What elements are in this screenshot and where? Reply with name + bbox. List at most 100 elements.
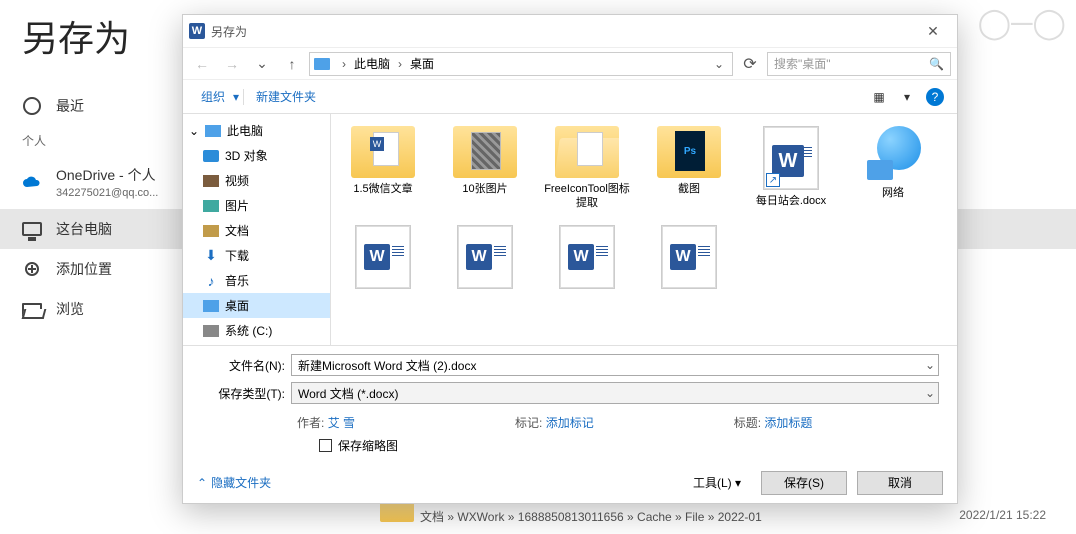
tree-item-drv[interactable]: 系统 (C:) — [183, 318, 330, 343]
chevron-right-icon: › — [394, 57, 406, 71]
hide-folders-link[interactable]: ⌃ 隐藏文件夹 — [197, 474, 271, 491]
file-item[interactable]: 1.5微信文章 — [335, 122, 431, 215]
monitor-icon — [22, 219, 42, 239]
cloud-icon — [22, 172, 42, 192]
author-label: 作者: — [297, 416, 324, 430]
tree-item-desk[interactable]: 桌面 — [183, 293, 330, 318]
tree-label: 文档 — [225, 222, 249, 239]
shortcut-icon: ↗ — [766, 173, 780, 187]
bs-sublabel: 342275021@qq.co... — [56, 187, 158, 199]
decorative-circuit: ◯─◯ — [978, 6, 1066, 41]
chevron-up-icon: ⌃ — [197, 476, 207, 490]
file-item[interactable]: FreeIconTool图标提取 — [539, 122, 635, 215]
clock-icon — [22, 96, 42, 116]
bs-label: 添加位置 — [56, 259, 112, 279]
file-name-label: 1.5微信文章 — [353, 182, 412, 196]
search-placeholder: 搜索"桌面" — [774, 55, 831, 72]
back-button[interactable]: ← — [189, 51, 215, 77]
tools-dropdown[interactable]: 工具(L) ▾ — [683, 470, 751, 495]
filename-input[interactable]: 新建Microsoft Word 文档 (2).docx ⌄ — [291, 354, 939, 376]
file-item[interactable] — [437, 221, 533, 297]
help-button[interactable]: ? — [923, 85, 947, 109]
organize-button[interactable]: 组织 — [193, 84, 233, 109]
tree-label: 图片 — [225, 197, 249, 214]
bg-file-timestamp: 2022/1/21 15:22 — [959, 508, 1046, 522]
help-icon: ? — [926, 88, 944, 106]
tags-label: 标记: — [515, 416, 542, 430]
expand-icon[interactable]: ⌄ — [189, 124, 199, 138]
music-icon: ♪ — [203, 273, 219, 289]
save-button[interactable]: 保存(S) — [761, 471, 847, 495]
file-view[interactable]: 1.5微信文章 10张图片 FreeIconTool图标提取 Ps截图↗每日站会.do… — [331, 114, 957, 345]
file-name-label: 截图 — [678, 182, 700, 196]
cancel-button[interactable]: 取消 — [857, 471, 943, 495]
img-icon — [203, 200, 219, 212]
folder-tree[interactable]: ⌄此电脑 3D 对象视频图片文档 ⬇ 下载 ♪ 音乐桌面系统 (C:) — [183, 114, 331, 345]
title-meta-label: 标题: — [734, 416, 761, 430]
bs-label: 最近 — [56, 96, 84, 116]
filename-label: 文件名(N): — [201, 357, 291, 374]
file-item[interactable]: ↗每日站会.docx — [743, 122, 839, 215]
file-name-label: 10张图片 — [462, 182, 507, 196]
hide-folders-label: 隐藏文件夹 — [211, 474, 271, 491]
view-mode-button[interactable]: ▦ — [867, 85, 891, 109]
bs-label: 这台电脑 — [56, 219, 112, 239]
file-item[interactable]: 网络 — [845, 122, 941, 215]
chevron-down-icon: ⌄ — [925, 386, 935, 400]
separator — [243, 89, 244, 105]
bg-file-path: 文档 » WXWork » 1688850813011656 » Cache »… — [420, 508, 762, 525]
tags-value[interactable]: 添加标记 — [546, 416, 594, 430]
address-bar[interactable]: › 此电脑 › 桌面 ⌄ — [309, 52, 733, 76]
tree-item-dl[interactable]: ⬇ 下载 — [183, 243, 330, 268]
view-dropdown[interactable]: ▾ — [895, 85, 919, 109]
filetype-label: 保存类型(T): — [201, 385, 291, 402]
chevron-down-icon: ⌄ — [925, 358, 935, 372]
file-item[interactable] — [539, 221, 635, 297]
file-item[interactable] — [335, 221, 431, 297]
tree-item-pc[interactable]: ⌄此电脑 — [183, 118, 330, 143]
new-folder-button[interactable]: 新建文件夹 — [248, 84, 324, 109]
breadcrumb-segment[interactable]: 此电脑 — [354, 55, 390, 72]
file-item[interactable] — [641, 221, 737, 297]
refresh-button[interactable]: ⟳ — [737, 51, 763, 77]
file-name-label: FreeIconTool图标提取 — [543, 182, 631, 211]
thumbnail-label: 保存缩略图 — [338, 437, 398, 454]
file-item[interactable]: 10张图片 — [437, 122, 533, 215]
file-item[interactable]: Ps截图 — [641, 122, 737, 215]
search-icon: 🔍 — [929, 57, 944, 71]
tree-item-img[interactable]: 图片 — [183, 193, 330, 218]
tree-item-vid[interactable]: 视频 — [183, 168, 330, 193]
up-button[interactable]: ↑ — [279, 51, 305, 77]
tree-label: 视频 — [225, 172, 249, 189]
tree-item-doc[interactable]: 文档 — [183, 218, 330, 243]
tree-label: 音乐 — [225, 272, 249, 289]
tree-label: 下载 — [225, 247, 249, 264]
breadcrumb-segment[interactable]: 桌面 — [410, 55, 434, 72]
download-icon: ⬇ — [203, 247, 219, 264]
search-input[interactable]: 搜索"桌面" 🔍 — [767, 52, 951, 76]
bs-label: 浏览 — [56, 299, 84, 319]
filetype-select[interactable]: Word 文档 (*.docx) ⌄ — [291, 382, 939, 404]
bs-label: OneDrive - 个人 — [56, 165, 158, 185]
tree-label: 3D 对象 — [225, 147, 268, 164]
close-button[interactable]: ✕ — [915, 19, 951, 43]
tree-item-mus[interactable]: ♪ 音乐 — [183, 268, 330, 293]
dialog-title: 另存为 — [211, 23, 915, 40]
chevron-down-icon: ▾ — [233, 90, 239, 104]
address-dropdown[interactable]: ⌄ — [710, 57, 728, 71]
title-meta-value[interactable]: 添加标题 — [764, 416, 812, 430]
tree-item-obj[interactable]: 3D 对象 — [183, 143, 330, 168]
save-as-dialog: W 另存为 ✕ ← → ⌄ ↑ › 此电脑 › 桌面 ⌄ ⟳ 搜索"桌面" 🔍 … — [182, 14, 958, 504]
folder-open-icon — [22, 299, 42, 319]
author-value[interactable]: 艾 雪 — [328, 416, 355, 430]
forward-button[interactable]: → — [219, 51, 245, 77]
obj-icon — [203, 150, 219, 162]
history-dropdown[interactable]: ⌄ — [249, 51, 275, 77]
chevron-right-icon: › — [338, 57, 350, 71]
word-app-icon: W — [189, 23, 205, 39]
thumbnail-checkbox[interactable] — [319, 439, 332, 452]
drv-icon — [203, 325, 219, 337]
tree-label: 桌面 — [225, 297, 249, 314]
plus-icon — [22, 259, 42, 279]
tree-label: 系统 (C:) — [225, 322, 272, 339]
